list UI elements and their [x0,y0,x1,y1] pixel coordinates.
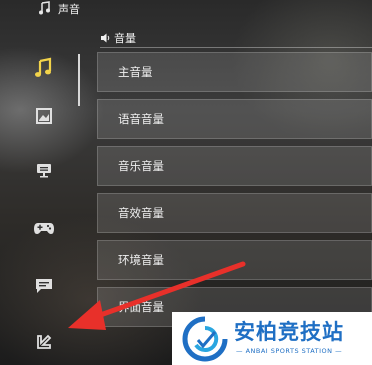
settings-screen: 声音 音量 主音量 语音音量 音乐音量 音效音量 环境音量 界面音量 安柏竞技站… [0,0,372,365]
image-frame-icon [36,108,52,124]
section-divider [100,47,372,48]
tools-icon [37,334,52,349]
row-label: 主音量 [118,65,153,79]
volume-row-master[interactable]: 主音量 [97,52,372,92]
watermark-subtext: — ANBAI SPORTS STATION — [236,347,343,355]
top-header: 声音 [0,0,372,18]
sidebar-item-controller[interactable] [30,214,58,242]
page-title: 声音 [58,3,80,16]
row-label: 环境音量 [118,253,164,267]
row-label: 音效音量 [118,206,164,220]
watermark: 安柏竞技站 — ANBAI SPORTS STATION — [172,312,372,365]
monitor-icon [37,164,51,178]
section-title: 音量 [114,32,136,45]
sidebar-item-other[interactable] [30,328,58,356]
gamepad-icon [34,223,54,234]
music-note-icon [35,57,52,77]
row-label: 音乐音量 [118,159,164,173]
sidebar-item-monitor[interactable] [30,156,58,184]
sidebar [0,24,88,365]
active-indicator [78,54,80,106]
volume-row-sfx[interactable]: 音效音量 [97,193,372,233]
volume-row-ambient[interactable]: 环境音量 [97,240,372,280]
music-note-icon [39,1,50,15]
speaker-icon [101,33,110,43]
anbai-logo-icon [182,316,228,362]
section-header: 音量 [100,30,136,46]
row-label: 语音音量 [118,112,164,126]
sidebar-item-display[interactable] [30,102,58,130]
sidebar-item-chat[interactable] [30,272,58,300]
watermark-text: 安柏竞技站 [234,320,344,344]
chat-bubble-icon [36,279,52,293]
volume-row-music[interactable]: 音乐音量 [97,146,372,186]
sidebar-item-audio[interactable] [30,54,58,82]
row-label: 界面音量 [118,300,164,314]
volume-row-voice[interactable]: 语音音量 [97,99,372,139]
